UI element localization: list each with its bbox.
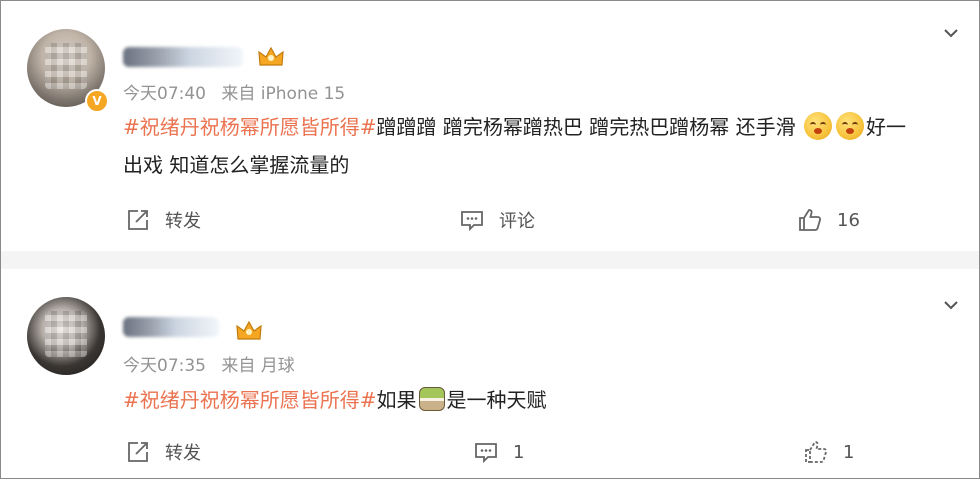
thumbs-up-icon: [805, 441, 828, 463]
post-text: #祝绪丹祝杨幂所愿皆所得#如果 是一种天赋: [123, 381, 969, 419]
username-blurred[interactable]: [123, 317, 219, 337]
comment-label: 评论: [499, 211, 535, 232]
username-blurred[interactable]: [123, 47, 243, 67]
like-count: 1: [843, 441, 855, 463]
matcha-cake-emoji: [418, 387, 445, 411]
tongue-face-emoji: [835, 112, 864, 140]
comment-count: 1: [513, 441, 525, 463]
repost-label: 转发: [165, 211, 201, 232]
post-meta: 今天07:40 来自 iPhone 15: [123, 79, 345, 104]
crown-icon: [258, 46, 284, 66]
comment-icon: [475, 443, 497, 464]
repost-button[interactable]: 转发: [125, 439, 201, 465]
repost-label: 转发: [165, 443, 201, 464]
comment-icon: [461, 211, 483, 232]
repost-icon: [128, 442, 148, 462]
thumbs-up-icon: [799, 209, 822, 231]
screenshot-frame: V 今天07:40 来自 iPhone 15 #祝绪丹祝杨幂所愿皆所得#蹭蹭蹭 …: [0, 0, 980, 479]
post-text-after-emoji: 是一种天赋: [446, 388, 547, 412]
hashtag-link[interactable]: #祝绪丹祝杨幂所愿皆所得#: [123, 115, 377, 139]
hashtag-link[interactable]: #祝绪丹祝杨幂所愿皆所得#: [123, 388, 377, 412]
verified-badge-icon: V: [85, 89, 109, 113]
post-source: 来自 月球: [221, 356, 295, 376]
post-text-before-emoji: 如果: [376, 388, 417, 412]
post-time: 今天07:35: [123, 356, 206, 376]
repost-button[interactable]: 转发: [125, 207, 201, 233]
tongue-face-emoji: [803, 112, 832, 140]
like-button[interactable]: 1: [803, 439, 854, 465]
post-text-line1: 蹭蹭蹭 蹭完杨幂蹭热巴 蹭完热巴蹭杨幂 还手滑: [376, 115, 796, 139]
post-source: 来自 iPhone 15: [221, 84, 346, 104]
chevron-down-icon[interactable]: [943, 297, 959, 313]
comment-card: V 今天07:40 来自 iPhone 15 #祝绪丹祝杨幂所愿皆所得#蹭蹭蹭 …: [1, 1, 979, 251]
avatar-blur: [45, 311, 87, 357]
repost-icon: [128, 210, 148, 230]
post-text-after-emoji: 好一: [865, 115, 906, 139]
comment-button[interactable]: 1: [473, 439, 524, 465]
like-count: 16: [837, 209, 860, 231]
like-button[interactable]: 16: [797, 207, 860, 233]
chevron-down-icon[interactable]: [943, 25, 959, 41]
avatar-blur: [45, 43, 87, 89]
post-time: 今天07:40: [123, 84, 206, 104]
crown-icon: [236, 320, 262, 340]
comment-button[interactable]: 评论: [459, 207, 535, 233]
post-meta: 今天07:35 来自 月球: [123, 351, 295, 376]
post-text-line2: 出戏 知道怎么掌握流量的: [123, 153, 350, 177]
comment-card: 今天07:35 来自 月球 #祝绪丹祝杨幂所愿皆所得#如果 是一种天赋 转发 1: [1, 269, 979, 478]
avatar[interactable]: [27, 297, 105, 375]
post-text: #祝绪丹祝杨幂所愿皆所得#蹭蹭蹭 蹭完杨幂蹭热巴 蹭完热巴蹭杨幂 还手滑 好一 …: [123, 108, 969, 184]
